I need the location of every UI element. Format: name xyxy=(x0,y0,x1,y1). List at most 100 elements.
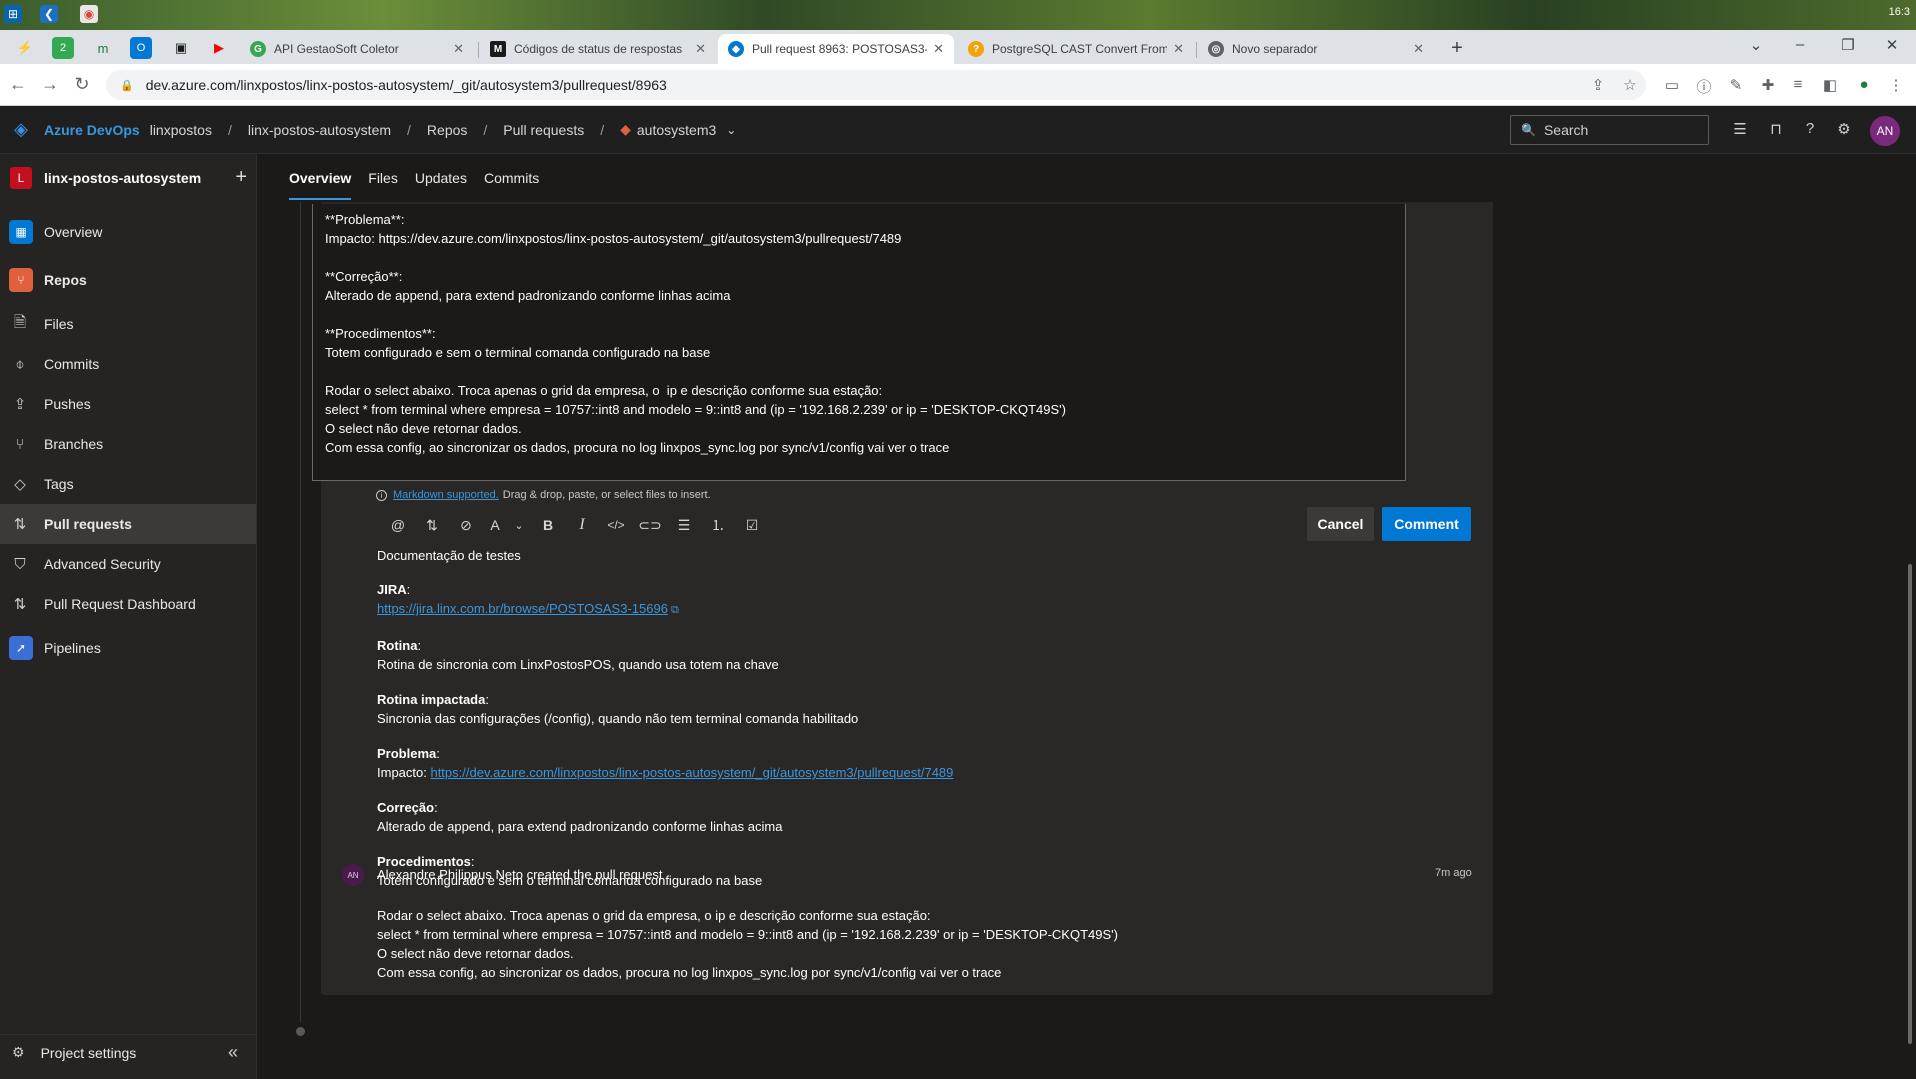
checklist-icon[interactable]: ☑ xyxy=(735,517,769,534)
impacto-prefix: Impacto: xyxy=(377,765,431,780)
back-arrow-icon[interactable]: ← xyxy=(6,74,30,95)
breadcrumb-org[interactable]: linxpostos xyxy=(150,122,212,138)
close-icon[interactable]: ✕ xyxy=(1413,41,1424,57)
search-input[interactable]: 🔍 Search xyxy=(1510,115,1709,145)
task-list-icon[interactable]: ☰ xyxy=(1730,120,1750,138)
playlist-icon[interactable]: ≡ xyxy=(1788,76,1808,93)
attach-icon[interactable]: ⊘ xyxy=(449,517,483,534)
sidebar-item-files[interactable]: 🗎 Files xyxy=(0,304,256,344)
pinned-tab-icon[interactable]: m xyxy=(92,37,114,59)
pinned-tab-icon[interactable]: 2 xyxy=(52,37,74,59)
close-window-button[interactable]: ✕ xyxy=(1872,36,1912,54)
search-placeholder: Search xyxy=(1543,122,1589,138)
browser-tab[interactable]: ◎ Novo separador ✕ xyxy=(1198,34,1434,64)
browser-tab[interactable]: ? PostgreSQL CAST Convert From ✕ xyxy=(958,34,1194,64)
markdown-supported-link[interactable]: Markdown supported. xyxy=(393,489,499,501)
breadcrumb-project[interactable]: linx-postos-autosystem xyxy=(248,122,391,138)
sidebar-item-repos[interactable]: ⑂ Repos xyxy=(0,260,256,300)
heading-icon[interactable]: A xyxy=(483,517,507,533)
repos-icon: ⑂ xyxy=(9,268,33,292)
share-icon[interactable]: ⇪ xyxy=(1588,76,1608,94)
numbered-list-icon[interactable]: ⒈ xyxy=(701,515,735,535)
sidebar-item-advanced-security[interactable]: ⛉ Advanced Security xyxy=(0,544,256,584)
sidebar-item-pull-requests[interactable]: ⇅ Pull requests xyxy=(0,504,256,544)
project-header[interactable]: L linx-postos-autosystem + xyxy=(10,166,247,189)
breadcrumb-separator: / xyxy=(227,121,232,138)
plus-icon[interactable]: + xyxy=(235,166,247,189)
editor-line: **Problema**: xyxy=(325,212,405,227)
restore-button[interactable]: ❐ xyxy=(1828,36,1868,54)
description-editor[interactable]: **Problema**: Impacto: https://dev.azure… xyxy=(312,204,1406,481)
close-icon[interactable]: ✕ xyxy=(933,41,944,57)
scrollbar-thumb[interactable] xyxy=(1908,564,1912,1044)
windows-start-icon[interactable]: ⊞ xyxy=(4,5,22,23)
sidebar-item-branches[interactable]: ⑂ Branches xyxy=(0,424,256,464)
shopping-bag-icon[interactable]: ⊓ xyxy=(1766,120,1786,138)
tab-files[interactable]: Files xyxy=(368,154,398,202)
tab-overview[interactable]: Overview xyxy=(289,154,352,202)
user-settings-icon[interactable]: ⚙ xyxy=(1834,120,1854,138)
menu-dots-icon[interactable]: ⋮ xyxy=(1886,76,1906,94)
outlook-icon[interactable]: O xyxy=(130,37,152,59)
forward-arrow-icon[interactable]: → xyxy=(38,74,62,95)
pull-request-link-icon[interactable]: ⇅ xyxy=(415,517,449,534)
chrome-icon[interactable]: ◉ xyxy=(80,5,98,23)
reload-icon[interactable]: ↻ xyxy=(70,74,94,95)
help-icon[interactable]: ? xyxy=(1800,120,1820,137)
tab-commits[interactable]: Commits xyxy=(484,154,539,202)
close-icon[interactable]: ✕ xyxy=(695,41,706,57)
tab-search-icon[interactable]: ⌄ xyxy=(1736,36,1776,54)
sidebar-item-pipelines[interactable]: ➚ Pipelines xyxy=(0,628,256,668)
browser-tab-active[interactable]: ◆ Pull request 8963: POSTOSAS3-1 ✕ xyxy=(718,34,954,64)
new-tab-button[interactable]: + xyxy=(1444,36,1470,60)
italic-icon[interactable]: I xyxy=(565,516,599,534)
sidepanel-icon[interactable]: ◧ xyxy=(1820,76,1840,94)
impacto-link[interactable]: https://dev.azure.com/linxpostos/linx-po… xyxy=(430,765,953,780)
pinned-tab-icon[interactable]: ⚡ xyxy=(14,37,36,59)
star-icon[interactable]: ☆ xyxy=(1620,76,1640,94)
link-icon[interactable]: ⊂⊃ xyxy=(633,517,667,534)
mention-icon[interactable]: @ xyxy=(381,517,415,533)
project-settings[interactable]: ⚙ Project settings « xyxy=(0,1034,256,1070)
browser-tab[interactable]: G API GestaoSoft Coletor ✕ xyxy=(240,34,474,64)
chevron-down-icon[interactable]: ⌄ xyxy=(507,519,531,532)
sidebar-item-commits[interactable]: ⌽ Commits xyxy=(0,344,256,384)
url-input[interactable]: 🔒 dev.azure.com/linxpostos/linx-postos-a… xyxy=(106,70,1646,100)
azure-devops-logo-icon[interactable]: ◈ xyxy=(10,119,32,141)
puzzle-icon[interactable]: ✚ xyxy=(1758,76,1778,94)
scrollbar[interactable] xyxy=(1905,154,1916,1079)
extension-icon[interactable]: ⓘ xyxy=(1694,76,1714,97)
pinned-tab-icon[interactable]: ▣ xyxy=(170,37,192,59)
youtube-icon[interactable]: ▶ xyxy=(208,37,230,59)
minimize-button[interactable]: – xyxy=(1780,36,1820,53)
tab-updates[interactable]: Updates xyxy=(415,154,467,202)
cancel-button[interactable]: Cancel xyxy=(1307,507,1374,541)
jira-link[interactable]: https://jira.linx.com.br/browse/POSTOSAS… xyxy=(377,601,668,616)
comment-button[interactable]: Comment xyxy=(1382,507,1471,541)
cast-icon[interactable]: ▭ xyxy=(1662,76,1682,94)
code-icon[interactable]: </> xyxy=(599,518,633,532)
collapse-sidebar-icon[interactable]: « xyxy=(228,1042,238,1063)
pen-icon[interactable]: ✎ xyxy=(1726,76,1746,94)
breadcrumb-repos[interactable]: Repos xyxy=(427,122,467,138)
breadcrumb-repo[interactable]: autosystem3 xyxy=(637,122,716,138)
avatar[interactable]: AN xyxy=(1870,116,1900,146)
vscode-icon[interactable]: ❮ xyxy=(40,5,58,23)
sidebar-item-pr-dashboard[interactable]: ⇅ Pull Request Dashboard xyxy=(0,584,256,624)
bullet-list-icon[interactable]: ☰ xyxy=(667,517,701,534)
sidebar-item-overview[interactable]: ▦ Overview xyxy=(0,212,256,252)
avatar[interactable]: AN xyxy=(342,864,364,886)
sidebar-item-pushes[interactable]: ⇪ Pushes xyxy=(0,384,256,424)
breadcrumb-pull-requests[interactable]: Pull requests xyxy=(503,122,584,138)
section-label: JIRA xyxy=(377,582,407,597)
brand-link[interactable]: Azure DevOps xyxy=(44,122,140,138)
browser-tab[interactable]: M Códigos de status de respostas ✕ xyxy=(480,34,716,64)
bold-icon[interactable]: B xyxy=(531,517,565,533)
sidebar-item-tags[interactable]: ◇ Tags xyxy=(0,464,256,504)
project-settings-label: Project settings xyxy=(40,1044,137,1061)
chevron-down-icon[interactable]: ⌄ xyxy=(726,123,736,137)
preview-section-correcao: Correção: Alterado de append, para exten… xyxy=(377,798,1467,836)
close-icon[interactable]: ✕ xyxy=(453,41,464,57)
profile-icon[interactable]: ● xyxy=(1854,76,1874,93)
close-icon[interactable]: ✕ xyxy=(1173,41,1184,57)
